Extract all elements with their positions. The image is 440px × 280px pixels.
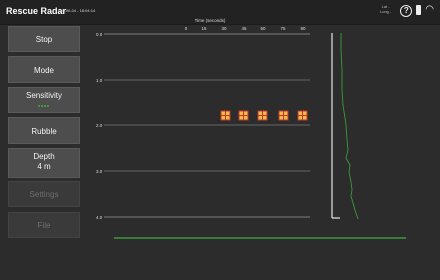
detection-markers <box>220 110 308 121</box>
depth-tick: 0.0 <box>96 32 103 37</box>
detection-marker[interactable] <box>257 110 268 121</box>
signal-trace-panel <box>331 33 359 220</box>
time-tick: 90 <box>300 26 306 31</box>
radar-plot: Time (seconds) 0 15 30 45 60 75 90 0.0 1… <box>96 18 406 239</box>
detection-marker[interactable] <box>238 110 249 121</box>
depth-tick: 1.0 <box>96 78 103 83</box>
time-tick: 15 <box>201 26 207 31</box>
depth-tick: 2.0 <box>96 123 103 128</box>
time-tick: 60 <box>260 26 266 31</box>
time-tick: 30 <box>221 26 227 31</box>
depth-tick: 3.0 <box>96 169 103 174</box>
time-tick: 45 <box>241 26 247 31</box>
depth-gridlines <box>104 33 310 218</box>
signal-trace <box>340 33 359 220</box>
detection-marker[interactable] <box>220 110 231 121</box>
detection-marker[interactable] <box>297 110 308 121</box>
time-tick: 0 <box>185 26 188 31</box>
depth-tick: 4.0 <box>96 215 103 220</box>
depth-ticks: 0.0 1.0 2.0 3.0 4.0 <box>96 32 103 220</box>
time-ticks: 0 15 30 45 60 75 90 <box>185 26 306 31</box>
detection-marker[interactable] <box>278 110 289 121</box>
time-tick: 75 <box>280 26 286 31</box>
time-axis-label: Time (seconds) <box>195 18 226 23</box>
